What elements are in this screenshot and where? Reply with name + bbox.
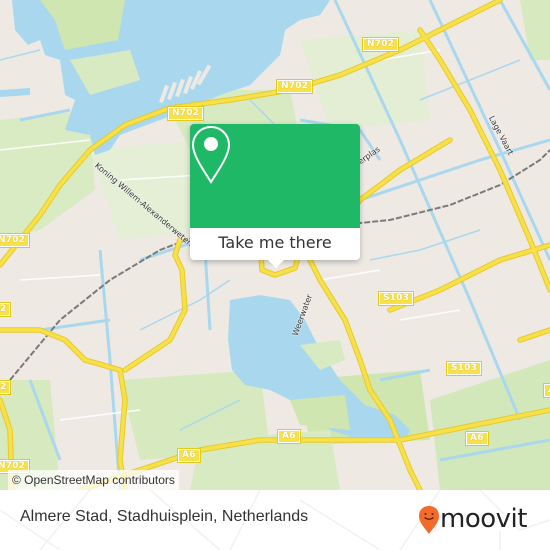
road-shield-s103: S103	[445, 361, 483, 376]
location-popup: Take me there	[190, 124, 360, 268]
road-shield-n702: 2	[0, 302, 12, 317]
moovit-pin-icon	[419, 506, 439, 534]
road-shield-n702: 2	[0, 380, 12, 395]
popup-header	[190, 124, 360, 228]
moovit-wordmark: moovit	[440, 504, 527, 534]
road-shield-a6: A6	[177, 448, 201, 463]
road-shield-a6: A	[542, 383, 550, 398]
map-attribution[interactable]: © OpenStreetMap contributors	[8, 470, 179, 490]
road-shield-a6: A6	[277, 429, 301, 444]
road-shield-n702: N702	[275, 79, 314, 94]
map-view[interactable]: N702 N702 N702 N702 2 2 N702 S103 S103 A…	[0, 0, 550, 490]
take-me-there-button[interactable]: Take me there	[190, 228, 360, 260]
footer: Almere Stad, Stadhuisplein, Netherlands …	[0, 490, 550, 550]
map-pin-icon	[191, 125, 231, 184]
road-shield-s103: S103	[377, 291, 415, 306]
road-shield-n702: N702	[166, 106, 205, 121]
road-shield-a6: A6	[465, 431, 489, 446]
road-shield-n702: N702	[0, 233, 31, 248]
popup-arrow	[266, 258, 286, 268]
road-shield-n702: N702	[361, 37, 400, 52]
location-name: Almere Stad, Stadhuisplein, Netherlands	[20, 508, 309, 525]
